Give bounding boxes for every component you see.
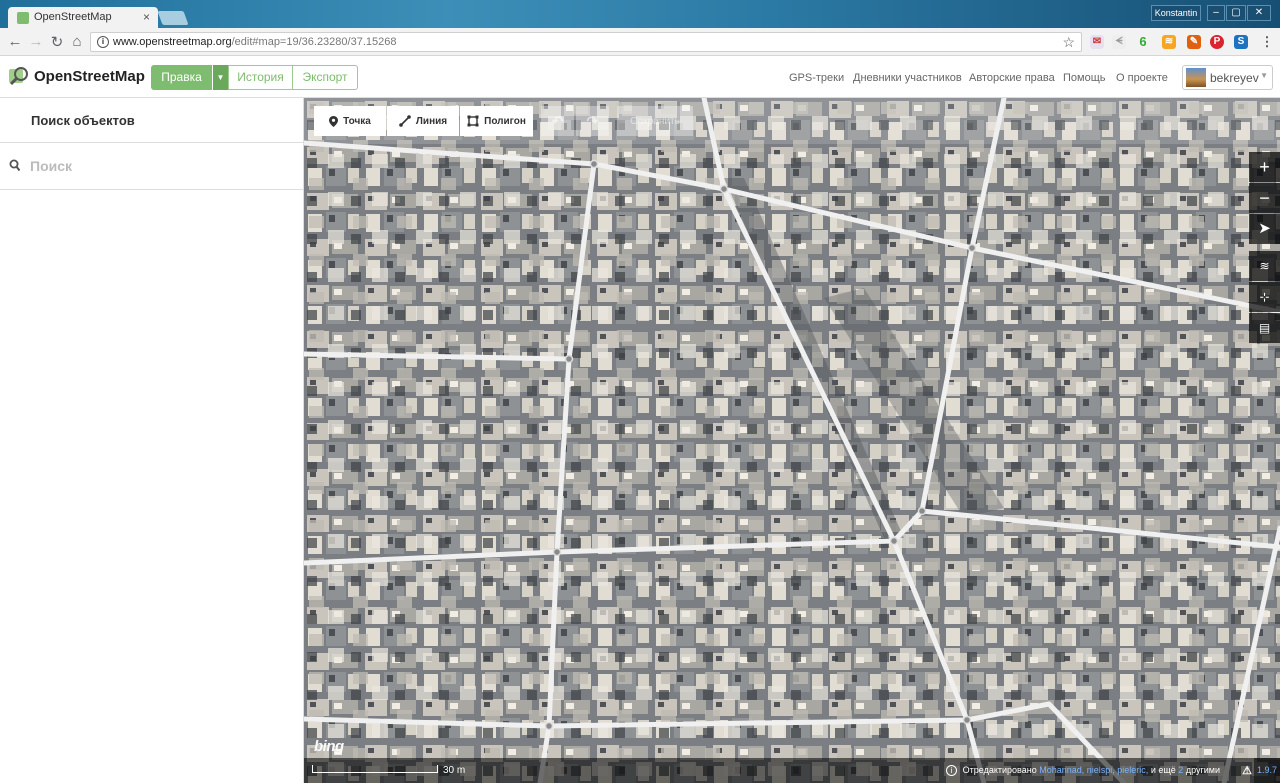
bookmark-star-icon[interactable]: ☆: [1062, 34, 1075, 51]
version-label[interactable]: 1.9.7: [1254, 758, 1280, 783]
extension-badge-icon[interactable]: 6: [1136, 35, 1150, 49]
attribution-count[interactable]: 2: [1178, 765, 1183, 775]
attribution-suffix: другими: [1185, 765, 1220, 775]
nav-gps-traces[interactable]: GPS-треки: [789, 72, 844, 84]
browser-title-bar: OpenStreetMap × Konstantin – ▢ ✕: [0, 0, 1280, 28]
avatar: [1186, 68, 1206, 87]
nav-copyright[interactable]: Авторские права: [969, 72, 1055, 84]
geolocate-icon[interactable]: ➤: [1249, 214, 1280, 244]
add-point-button[interactable]: Точка: [314, 106, 386, 136]
back-arrow-icon[interactable]: ←: [6, 33, 24, 50]
attribution-users[interactable]: Mohannad, nielspi, pieleric,: [1039, 765, 1148, 775]
url-host: www.openstreetmap.org: [113, 36, 232, 48]
map-pin-icon: [329, 115, 339, 127]
sidebar: Поиск объектов: [0, 98, 304, 783]
browser-tab[interactable]: OpenStreetMap ×: [8, 7, 158, 28]
scale-label: 30 m: [443, 765, 466, 776]
line-tool-icon: [399, 115, 411, 127]
extension-gmail-icon[interactable]: ✉: [1090, 35, 1104, 49]
edit-attribution: i Отредактировано Mohannad, nielspi, pie…: [946, 765, 1220, 777]
add-point-label: Точка: [343, 115, 371, 127]
rss-feed-icon[interactable]: ≋: [1162, 35, 1176, 49]
osm-logo-icon[interactable]: [8, 66, 30, 86]
forward-arrow-icon[interactable]: →: [27, 33, 45, 50]
menu-kebab-icon[interactable]: ⋮: [1260, 35, 1274, 49]
close-tab-icon[interactable]: ×: [143, 10, 150, 24]
add-line-label: Линия: [415, 115, 448, 127]
address-bar[interactable]: i www.openstreetmap.org/edit#map=19/36.2…: [90, 32, 1082, 52]
edit-dropdown-caret-icon[interactable]: ▼: [212, 65, 228, 90]
zoom-out-icon[interactable]: −: [1249, 183, 1280, 213]
search-icon: [9, 159, 21, 172]
browser-toolbar: ← → ↻ ⌂ i www.openstreetmap.org/edit#map…: [0, 28, 1280, 56]
scale-bar[interactable]: [312, 765, 438, 773]
osm-logo-text[interactable]: OpenStreetMap: [34, 68, 145, 85]
map-canvas[interactable]: Точка Линия Полигон ↶ ↷ Сохранить + − ➤ …: [304, 98, 1280, 783]
minimize-button[interactable]: –: [1207, 5, 1225, 21]
edit-button[interactable]: Правка: [151, 65, 212, 90]
reload-icon[interactable]: ↻: [48, 33, 66, 51]
help-book-icon[interactable]: ▤: [1249, 313, 1280, 343]
add-area-label: Полигон: [484, 115, 526, 127]
export-button[interactable]: Экспорт: [293, 65, 358, 90]
new-tab-button[interactable]: [157, 11, 189, 25]
save-button[interactable]: Сохранить: [617, 106, 693, 136]
chevron-down-icon: ▼: [1260, 71, 1268, 80]
add-line-button[interactable]: Линия: [387, 106, 459, 136]
username: bekreyev: [1210, 71, 1259, 85]
extension-generic-icon[interactable]: ᗕ: [1112, 35, 1126, 49]
polygon-tool-icon: [467, 115, 479, 127]
feature-search: [0, 143, 304, 190]
osm-favicon-icon: [17, 12, 29, 24]
extension-s-icon[interactable]: S: [1234, 35, 1248, 49]
bing-logo: bing: [314, 738, 344, 755]
undo-icon[interactable]: ↶: [541, 106, 574, 136]
user-menu[interactable]: bekreyev ▼: [1182, 65, 1273, 90]
map-footer: 30 m i Отредактировано Mohannad, nielspi…: [304, 758, 1280, 783]
nav-about[interactable]: О проекте: [1116, 72, 1168, 84]
add-area-button[interactable]: Полигон: [460, 106, 533, 136]
close-window-button[interactable]: ✕: [1247, 5, 1271, 21]
redo-icon[interactable]: ↷: [576, 106, 609, 136]
window-profile-name[interactable]: Konstantin: [1151, 5, 1201, 21]
info-icon[interactable]: i: [946, 765, 958, 777]
home-icon[interactable]: ⌂: [68, 33, 86, 50]
history-button[interactable]: История: [228, 65, 293, 90]
sidebar-title: Поиск объектов: [0, 98, 304, 143]
map-data-icon[interactable]: ⊹: [1249, 282, 1280, 312]
pinterest-icon[interactable]: P: [1210, 35, 1224, 49]
satellite-imagery: [304, 98, 1280, 783]
attribution-prefix: Отредактировано: [962, 765, 1037, 775]
url-path: /edit#map=19/36.23280/37.15268: [231, 36, 397, 48]
osm-header: OpenStreetMap Правка ▼ История Экспорт G…: [0, 56, 1280, 98]
attribution-mid: и ещё: [1150, 765, 1176, 775]
maximize-button[interactable]: ▢: [1226, 5, 1246, 21]
zoom-in-icon[interactable]: +: [1249, 152, 1280, 182]
issues-icon[interactable]: ⚠: [1242, 764, 1252, 777]
nav-user-diaries[interactable]: Дневники участников: [853, 72, 962, 84]
search-input[interactable]: [30, 155, 290, 177]
background-layers-icon[interactable]: ≋: [1249, 251, 1280, 281]
site-info-icon[interactable]: i: [97, 36, 109, 48]
tab-title: OpenStreetMap: [34, 11, 112, 23]
extension-orange-icon[interactable]: ✎: [1187, 35, 1201, 49]
nav-help[interactable]: Помощь: [1063, 72, 1106, 84]
